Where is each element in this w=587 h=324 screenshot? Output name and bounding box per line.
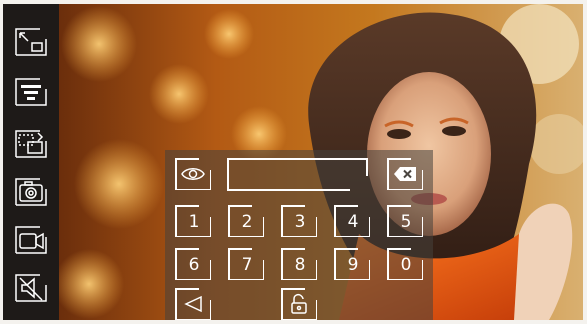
key-4-button[interactable]: 4 — [334, 205, 370, 237]
mute-button[interactable] — [13, 272, 49, 304]
switch-camera-icon — [14, 129, 48, 159]
key-label: 0 — [400, 254, 412, 275]
show-password-button[interactable] — [175, 158, 211, 190]
key-2-button[interactable]: 2 — [228, 205, 264, 237]
password-keypad: 1 2 3 4 5 6 7 8 9 0 — [165, 150, 433, 320]
password-field[interactable] — [227, 158, 368, 191]
key-label: 1 — [188, 211, 200, 232]
key-1-button[interactable]: 1 — [175, 205, 211, 237]
switch-camera-button[interactable] — [13, 128, 49, 160]
back-button[interactable] — [175, 288, 211, 320]
key-6-button[interactable]: 6 — [175, 248, 211, 280]
key-0-button[interactable]: 0 — [387, 248, 423, 280]
snapshot-button[interactable] — [13, 176, 49, 208]
sidebar — [3, 4, 59, 320]
video-record-icon — [14, 225, 48, 255]
key-label: 5 — [400, 211, 412, 232]
video-record-button[interactable] — [13, 224, 49, 256]
password-input[interactable] — [233, 164, 357, 186]
key-7-button[interactable]: 7 — [228, 248, 264, 280]
backspace-icon — [393, 166, 417, 182]
fullscreen-button[interactable] — [13, 26, 49, 58]
unlock-icon — [289, 293, 309, 315]
key-label: 7 — [241, 254, 253, 275]
back-arrow-icon — [183, 295, 203, 313]
key-label: 3 — [294, 211, 306, 232]
menu-icon — [14, 77, 48, 107]
key-label: 6 — [188, 254, 200, 275]
eye-icon — [181, 166, 205, 182]
backspace-button[interactable] — [387, 158, 423, 190]
monitor-screen: 1 2 3 4 5 6 7 8 9 0 — [3, 4, 583, 320]
fullscreen-icon — [14, 27, 48, 57]
key-label: 9 — [347, 254, 359, 275]
key-5-button[interactable]: 5 — [387, 205, 423, 237]
mute-icon — [14, 273, 48, 303]
key-8-button[interactable]: 8 — [281, 248, 317, 280]
key-label: 4 — [347, 211, 359, 232]
key-label: 2 — [241, 211, 253, 232]
key-label: 8 — [294, 254, 306, 275]
menu-button[interactable] — [13, 76, 49, 108]
snapshot-camera-icon — [14, 177, 48, 207]
key-9-button[interactable]: 9 — [334, 248, 370, 280]
key-3-button[interactable]: 3 — [281, 205, 317, 237]
unlock-button[interactable] — [281, 288, 317, 320]
